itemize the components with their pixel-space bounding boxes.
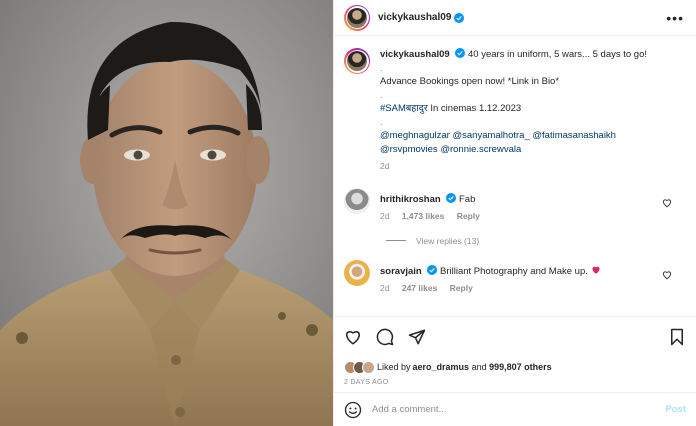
mention-link[interactable]: @meghnagulzar: [380, 130, 450, 141]
comment-time[interactable]: 2d: [380, 211, 389, 221]
commenter-username[interactable]: hrithikroshan: [380, 194, 441, 205]
comment-text: Brilliant Photography and Make up.: [440, 265, 588, 277]
caption-dot: .: [380, 62, 383, 74]
bookmark-icon[interactable]: [668, 328, 686, 346]
post-timestamp: 2 DAYS AGO: [344, 379, 389, 386]
like-comment-heart-icon[interactable]: [662, 198, 672, 208]
share-icon[interactable]: [408, 328, 426, 346]
emoji-icon[interactable]: [344, 401, 362, 419]
reply-button[interactable]: Reply: [457, 211, 480, 221]
likes-count[interactable]: 999,807 others: [489, 362, 552, 372]
mention-link[interactable]: @ronnie.screwvala: [440, 144, 521, 155]
add-comment-input[interactable]: Add a comment...: [372, 404, 665, 415]
post-actions-bar: [334, 316, 696, 356]
caption-line-3: In cinemas 1.12.2023: [427, 103, 522, 114]
verified-icon: [455, 48, 466, 58]
post-sidebar: vickykaushal09 ••• vickykaushal09 40 yea…: [333, 0, 696, 426]
mention-link[interactable]: @fatimasanashaikh: [532, 130, 616, 141]
caption-dot: .: [380, 89, 383, 101]
author-avatar[interactable]: [344, 4, 370, 31]
caption-username[interactable]: vickykaushal09: [380, 49, 450, 60]
comment-likes[interactable]: 247 likes: [402, 283, 437, 293]
portrait-image: [0, 0, 333, 426]
likes-summary: Liked by aero_dramus and 999,807 others: [334, 356, 696, 378]
commenter-avatar[interactable]: [344, 259, 370, 286]
verified-icon: [446, 192, 457, 203]
view-replies-button[interactable]: View replies (13): [386, 236, 684, 246]
hashtag-link[interactable]: #SAMबहादुर: [380, 103, 428, 114]
liker-avatars[interactable]: [344, 360, 375, 374]
post-comment-button[interactable]: Post: [665, 404, 686, 415]
post-photo[interactable]: [0, 0, 333, 426]
post-view: vickykaushal09 ••• vickykaushal09 40 yea…: [0, 0, 696, 426]
author-username[interactable]: vickykaushal09: [378, 12, 451, 23]
caption-avatar[interactable]: [344, 48, 370, 74]
comment-time[interactable]: 2d: [380, 283, 389, 293]
caption: vickykaushal09 40 years in uniform, 5 wa…: [344, 48, 684, 174]
caption-dot: .: [380, 116, 383, 128]
verified-icon: [454, 12, 465, 23]
heart-icon[interactable]: [344, 328, 362, 346]
comments-list[interactable]: vickykaushal09 40 years in uniform, 5 wa…: [334, 36, 696, 316]
add-comment-bar: Add a comment... Post: [334, 392, 696, 426]
mention-link[interactable]: @sanyamalhotra_: [453, 130, 530, 141]
liked-by-user[interactable]: aero_dramus: [413, 362, 470, 372]
comment-icon[interactable]: [376, 328, 394, 346]
commenter-username[interactable]: soravjain: [380, 266, 422, 277]
comment-text: Fab: [458, 193, 476, 205]
mention-link[interactable]: @rsvpmovies: [380, 144, 438, 155]
verified-icon: [427, 264, 438, 275]
comment-likes[interactable]: 1,473 likes: [402, 211, 445, 221]
caption-line-2: Advance Bookings open now! *Link in Bio*: [380, 76, 560, 87]
commenter-avatar[interactable]: [344, 187, 370, 214]
comment-item: soravjain Brilliant Photography and Make…: [344, 259, 684, 296]
like-comment-heart-icon[interactable]: [662, 270, 672, 280]
more-options-icon[interactable]: •••: [666, 11, 684, 25]
caption-time[interactable]: 2d: [380, 161, 389, 171]
red-heart-emoji-icon: [592, 266, 600, 274]
comment-item: hrithikroshan Fab 2d 1,473 likes Reply: [344, 187, 684, 224]
caption-line-1: 40 years in uniform, 5 wars... 5 days to…: [468, 49, 648, 60]
reply-button[interactable]: Reply: [450, 283, 473, 293]
post-header: vickykaushal09 •••: [334, 0, 696, 36]
